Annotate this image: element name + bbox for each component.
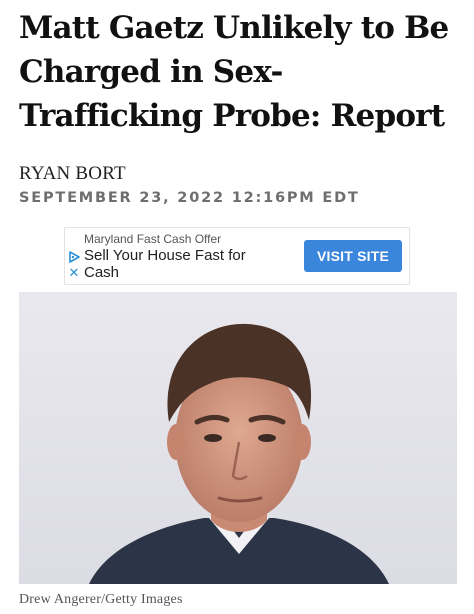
- article-photo: [19, 292, 457, 584]
- author-byline[interactable]: RYAN BORT: [19, 163, 126, 185]
- article-headline: Matt Gaetz Unlikely to Be Charged in Sex…: [19, 10, 449, 134]
- ad-headline[interactable]: Sell Your House Fast for Cash: [84, 247, 279, 281]
- portrait-illustration: [19, 292, 457, 584]
- publish-date: SEPTEMBER 23, 2022 12:16PM EDT: [19, 190, 360, 206]
- ad-close-icon[interactable]: ✕: [68, 267, 80, 281]
- photo-caption: Drew Angerer/Getty Images: [19, 592, 183, 607]
- adchoices-icon[interactable]: [68, 250, 80, 263]
- visit-site-button[interactable]: VISIT SITE: [304, 240, 402, 272]
- ad-advertiser: Maryland Fast Cash Offer: [84, 232, 222, 246]
- ad-banner[interactable]: Maryland Fast Cash Offer ✕ Sell Your Hou…: [64, 227, 410, 285]
